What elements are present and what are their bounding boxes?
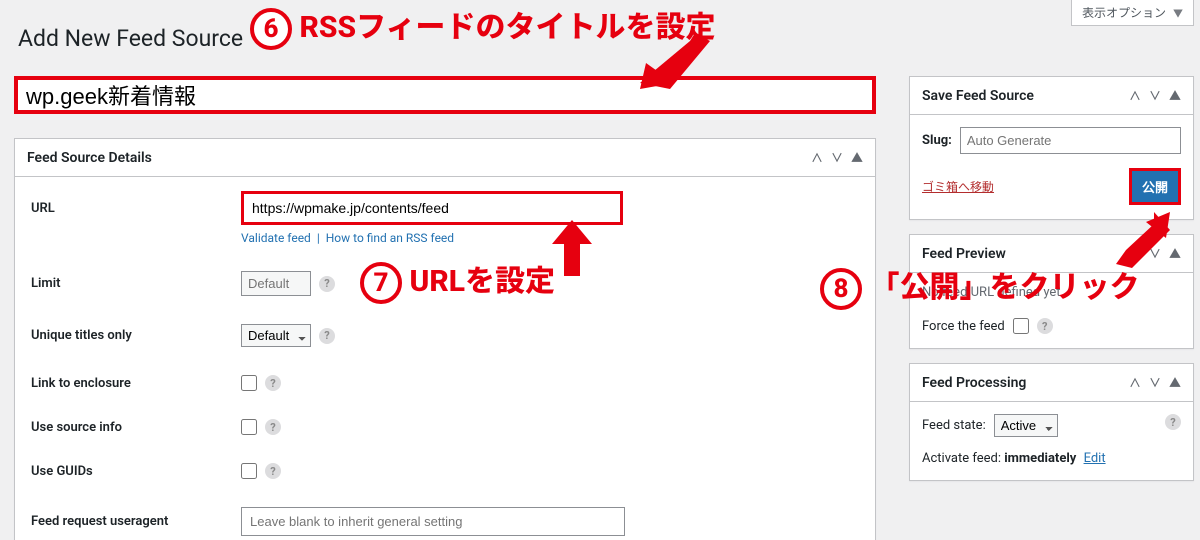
- unique-titles-label: Unique titles only: [31, 328, 241, 343]
- panel-move-down-icon[interactable]: ∨: [1149, 245, 1161, 262]
- page-title: Add New Feed Source: [18, 25, 243, 52]
- annotation-number-6: 6: [250, 8, 292, 50]
- use-source-label: Use source info: [31, 420, 241, 435]
- save-feed-source-panel: Save Feed Source ∧ ∨ ▲ Slug: ゴミ箱へ移動 公開: [909, 76, 1194, 220]
- slug-input[interactable]: [960, 127, 1181, 154]
- screen-options-label: 表示オプション: [1082, 6, 1166, 20]
- use-guids-checkbox[interactable]: [241, 463, 257, 479]
- activate-edit-link[interactable]: Edit: [1084, 451, 1106, 466]
- useragent-input[interactable]: [241, 507, 625, 536]
- help-icon[interactable]: ?: [265, 463, 281, 479]
- feed-source-details-panel: Feed Source Details ∧ ∨ ▲ URL Validate f…: [14, 138, 876, 540]
- validate-feed-link[interactable]: Validate feed: [241, 231, 311, 245]
- feed-state-label: Feed state:: [922, 418, 986, 433]
- force-feed-checkbox[interactable]: [1013, 318, 1029, 334]
- help-icon[interactable]: ?: [1165, 414, 1181, 430]
- panel-heading: Feed Processing: [922, 375, 1026, 391]
- panel-move-down-icon[interactable]: ∨: [1149, 87, 1161, 104]
- panel-heading: Feed Preview: [922, 246, 1006, 262]
- annotation-6: 6 RSSフィードのタイトルを設定: [250, 2, 716, 50]
- caret-down-icon: ▼: [1173, 9, 1183, 20]
- panel-toggle-icon[interactable]: ▲: [851, 149, 863, 166]
- howto-feed-link[interactable]: How to find an RSS feed: [326, 231, 454, 245]
- slug-label: Slug:: [922, 133, 952, 148]
- help-icon[interactable]: ?: [319, 328, 335, 344]
- feed-processing-panel: Feed Processing ∧ ∨ ▲ ? Feed state: Acti…: [909, 363, 1194, 481]
- feed-url-input[interactable]: [241, 191, 623, 225]
- link-enclosure-checkbox[interactable]: [241, 375, 257, 391]
- use-source-checkbox[interactable]: [241, 419, 257, 435]
- url-label: URL: [31, 201, 241, 216]
- help-icon[interactable]: ?: [265, 419, 281, 435]
- limit-input[interactable]: [241, 271, 311, 296]
- feed-preview-panel: Feed Preview ∧ ∨ ▲ No feed URL defined y…: [909, 234, 1194, 349]
- panel-move-down-icon[interactable]: ∨: [831, 149, 843, 166]
- panel-heading: Feed Source Details: [27, 150, 152, 166]
- panel-toggle-icon[interactable]: ▲: [1169, 245, 1181, 262]
- panel-heading: Save Feed Source: [922, 88, 1034, 104]
- annotation-text-6: RSSフィードのタイトルを設定: [299, 10, 715, 45]
- panel-toggle-icon[interactable]: ▲: [1169, 374, 1181, 391]
- publish-button[interactable]: 公開: [1129, 168, 1181, 205]
- use-guids-label: Use GUIDs: [31, 464, 241, 479]
- activate-feed-label: Activate feed:: [922, 451, 1001, 466]
- panel-move-up-icon[interactable]: ∧: [1129, 87, 1141, 104]
- limit-label: Limit: [31, 276, 241, 291]
- help-icon[interactable]: ?: [265, 375, 281, 391]
- panel-move-down-icon[interactable]: ∨: [1149, 374, 1161, 391]
- unique-titles-select[interactable]: Default: [241, 324, 311, 347]
- feed-state-select[interactable]: Active: [994, 414, 1058, 437]
- panel-move-up-icon[interactable]: ∧: [811, 149, 823, 166]
- activate-feed-value: immediately: [1004, 451, 1076, 466]
- panel-move-up-icon[interactable]: ∧: [1129, 374, 1141, 391]
- panel-toggle-icon[interactable]: ▲: [1169, 87, 1181, 104]
- help-icon[interactable]: ?: [319, 276, 335, 292]
- feed-title-input[interactable]: [14, 76, 876, 114]
- separator: |: [317, 231, 320, 245]
- useragent-label: Feed request useragent: [31, 514, 241, 529]
- no-feed-text: No feed URL defined yet: [922, 285, 1181, 300]
- panel-move-up-icon[interactable]: ∧: [1129, 245, 1141, 262]
- link-enclosure-label: Link to enclosure: [31, 376, 241, 391]
- force-feed-label: Force the feed: [922, 319, 1005, 334]
- help-icon[interactable]: ?: [1037, 318, 1053, 334]
- screen-options-toggle[interactable]: 表示オプション ▼: [1071, 0, 1194, 26]
- move-to-trash-link[interactable]: ゴミ箱へ移動: [922, 178, 994, 195]
